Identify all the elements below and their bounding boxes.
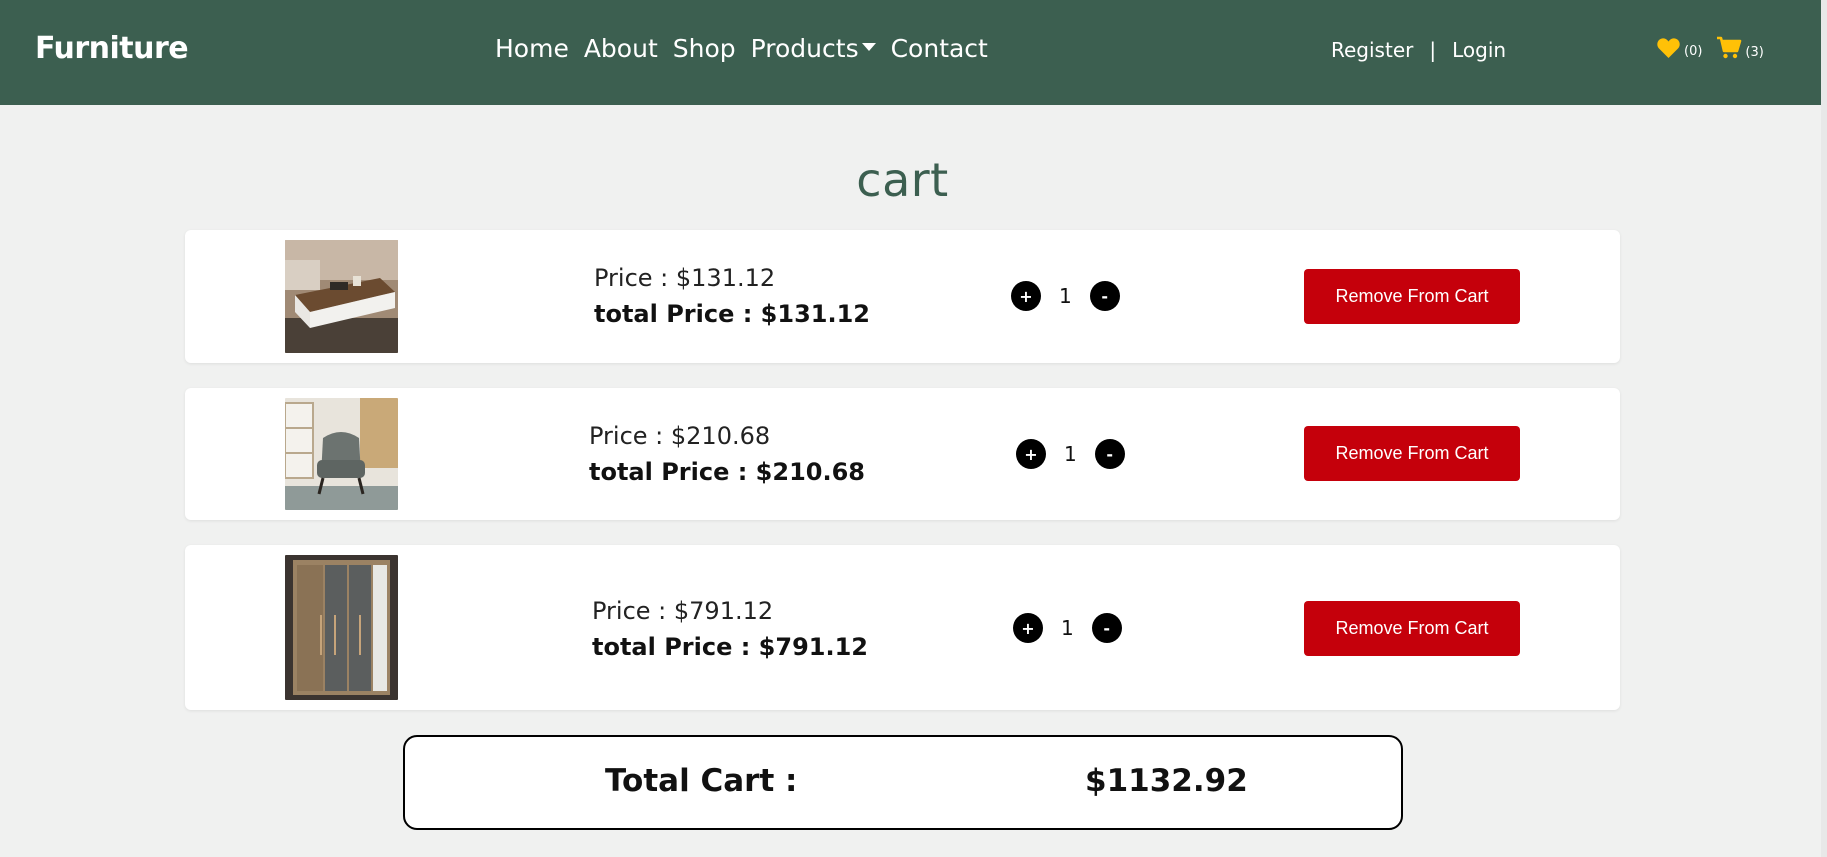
main-nav: Home About Shop Products Contact [495, 34, 988, 63]
quantity-value: 1 [1059, 284, 1072, 308]
price-info: Price : $791.12 total Price : $791.12 [592, 593, 868, 665]
caret-down-icon [861, 43, 876, 51]
decrease-quantity-button[interactable]: - [1089, 281, 1120, 311]
wishlist-button[interactable]: (0) [1656, 37, 1702, 59]
quantity-value: 1 [1064, 442, 1077, 466]
increase-quantity-button[interactable]: + [1016, 439, 1046, 469]
item-total-price: total Price : $791.12 [592, 633, 868, 661]
quantity-value: 1 [1061, 616, 1074, 640]
price-info: Price : $210.68 total Price : $210.68 [589, 418, 865, 490]
cart-total-value: $1132.92 [1085, 763, 1248, 799]
item-total-price: total Price : $131.12 [594, 300, 870, 328]
cart-total-label: Total Cart : [605, 763, 798, 799]
nav-about[interactable]: About [584, 34, 658, 63]
quantity-stepper: + 1 - [1011, 281, 1120, 311]
login-link[interactable]: Login [1452, 38, 1506, 62]
increase-quantity-button[interactable]: + [1013, 613, 1043, 643]
wishlist-count: (0) [1684, 44, 1703, 59]
item-total-price: total Price : $210.68 [589, 458, 865, 486]
nav-home[interactable]: Home [495, 34, 569, 63]
register-link[interactable]: Register [1331, 38, 1413, 62]
cart-item-row: Price : $210.68 total Price : $210.68 + … [185, 388, 1620, 520]
product-image-armchair[interactable] [285, 398, 398, 510]
cart-count: (3) [1745, 45, 1764, 60]
remove-from-cart-button[interactable]: Remove From Cart [1304, 426, 1520, 481]
unit-price: Price : $791.12 [592, 597, 774, 625]
cart-item-row: Price : $131.12 total Price : $131.12 + … [185, 230, 1620, 363]
remove-from-cart-button[interactable]: Remove From Cart [1304, 601, 1520, 656]
nav-shop[interactable]: Shop [673, 34, 736, 63]
quantity-stepper: + 1 - [1013, 613, 1122, 643]
unit-price: Price : $210.68 [589, 422, 771, 450]
navbar: Furniture Home About Shop Products Conta… [0, 0, 1821, 105]
nav-products-dropdown[interactable]: Products [751, 34, 876, 63]
shopping-cart-icon [1717, 36, 1742, 59]
cart-button[interactable]: (3) [1716, 36, 1764, 60]
nav-products-label: Products [750, 34, 859, 63]
decrease-quantity-button[interactable]: - [1091, 613, 1122, 643]
page-title: cart [856, 153, 949, 207]
product-image-coffee-table[interactable] [285, 240, 398, 353]
increase-quantity-button[interactable]: + [1011, 281, 1041, 311]
brand-logo[interactable]: Furniture [35, 31, 189, 66]
auth-separator: | [1429, 38, 1437, 62]
unit-price: Price : $131.12 [594, 264, 776, 292]
product-image-wardrobe[interactable] [285, 555, 398, 700]
auth-links: Register | Login [1331, 38, 1506, 62]
cart-total-box: Total Cart : $1132.92 [403, 735, 1403, 830]
remove-from-cart-button[interactable]: Remove From Cart [1304, 269, 1520, 324]
nav-contact[interactable]: Contact [891, 34, 988, 63]
price-info: Price : $131.12 total Price : $131.12 [594, 260, 870, 332]
page-scrollbar[interactable] [1821, 0, 1827, 857]
quantity-stepper: + 1 - [1016, 439, 1125, 469]
cart-item-row: Price : $791.12 total Price : $791.12 + … [185, 545, 1620, 710]
heart-icon [1657, 38, 1680, 58]
decrease-quantity-button[interactable]: - [1094, 439, 1125, 469]
header-icons: (0) (3) [1656, 36, 1764, 60]
